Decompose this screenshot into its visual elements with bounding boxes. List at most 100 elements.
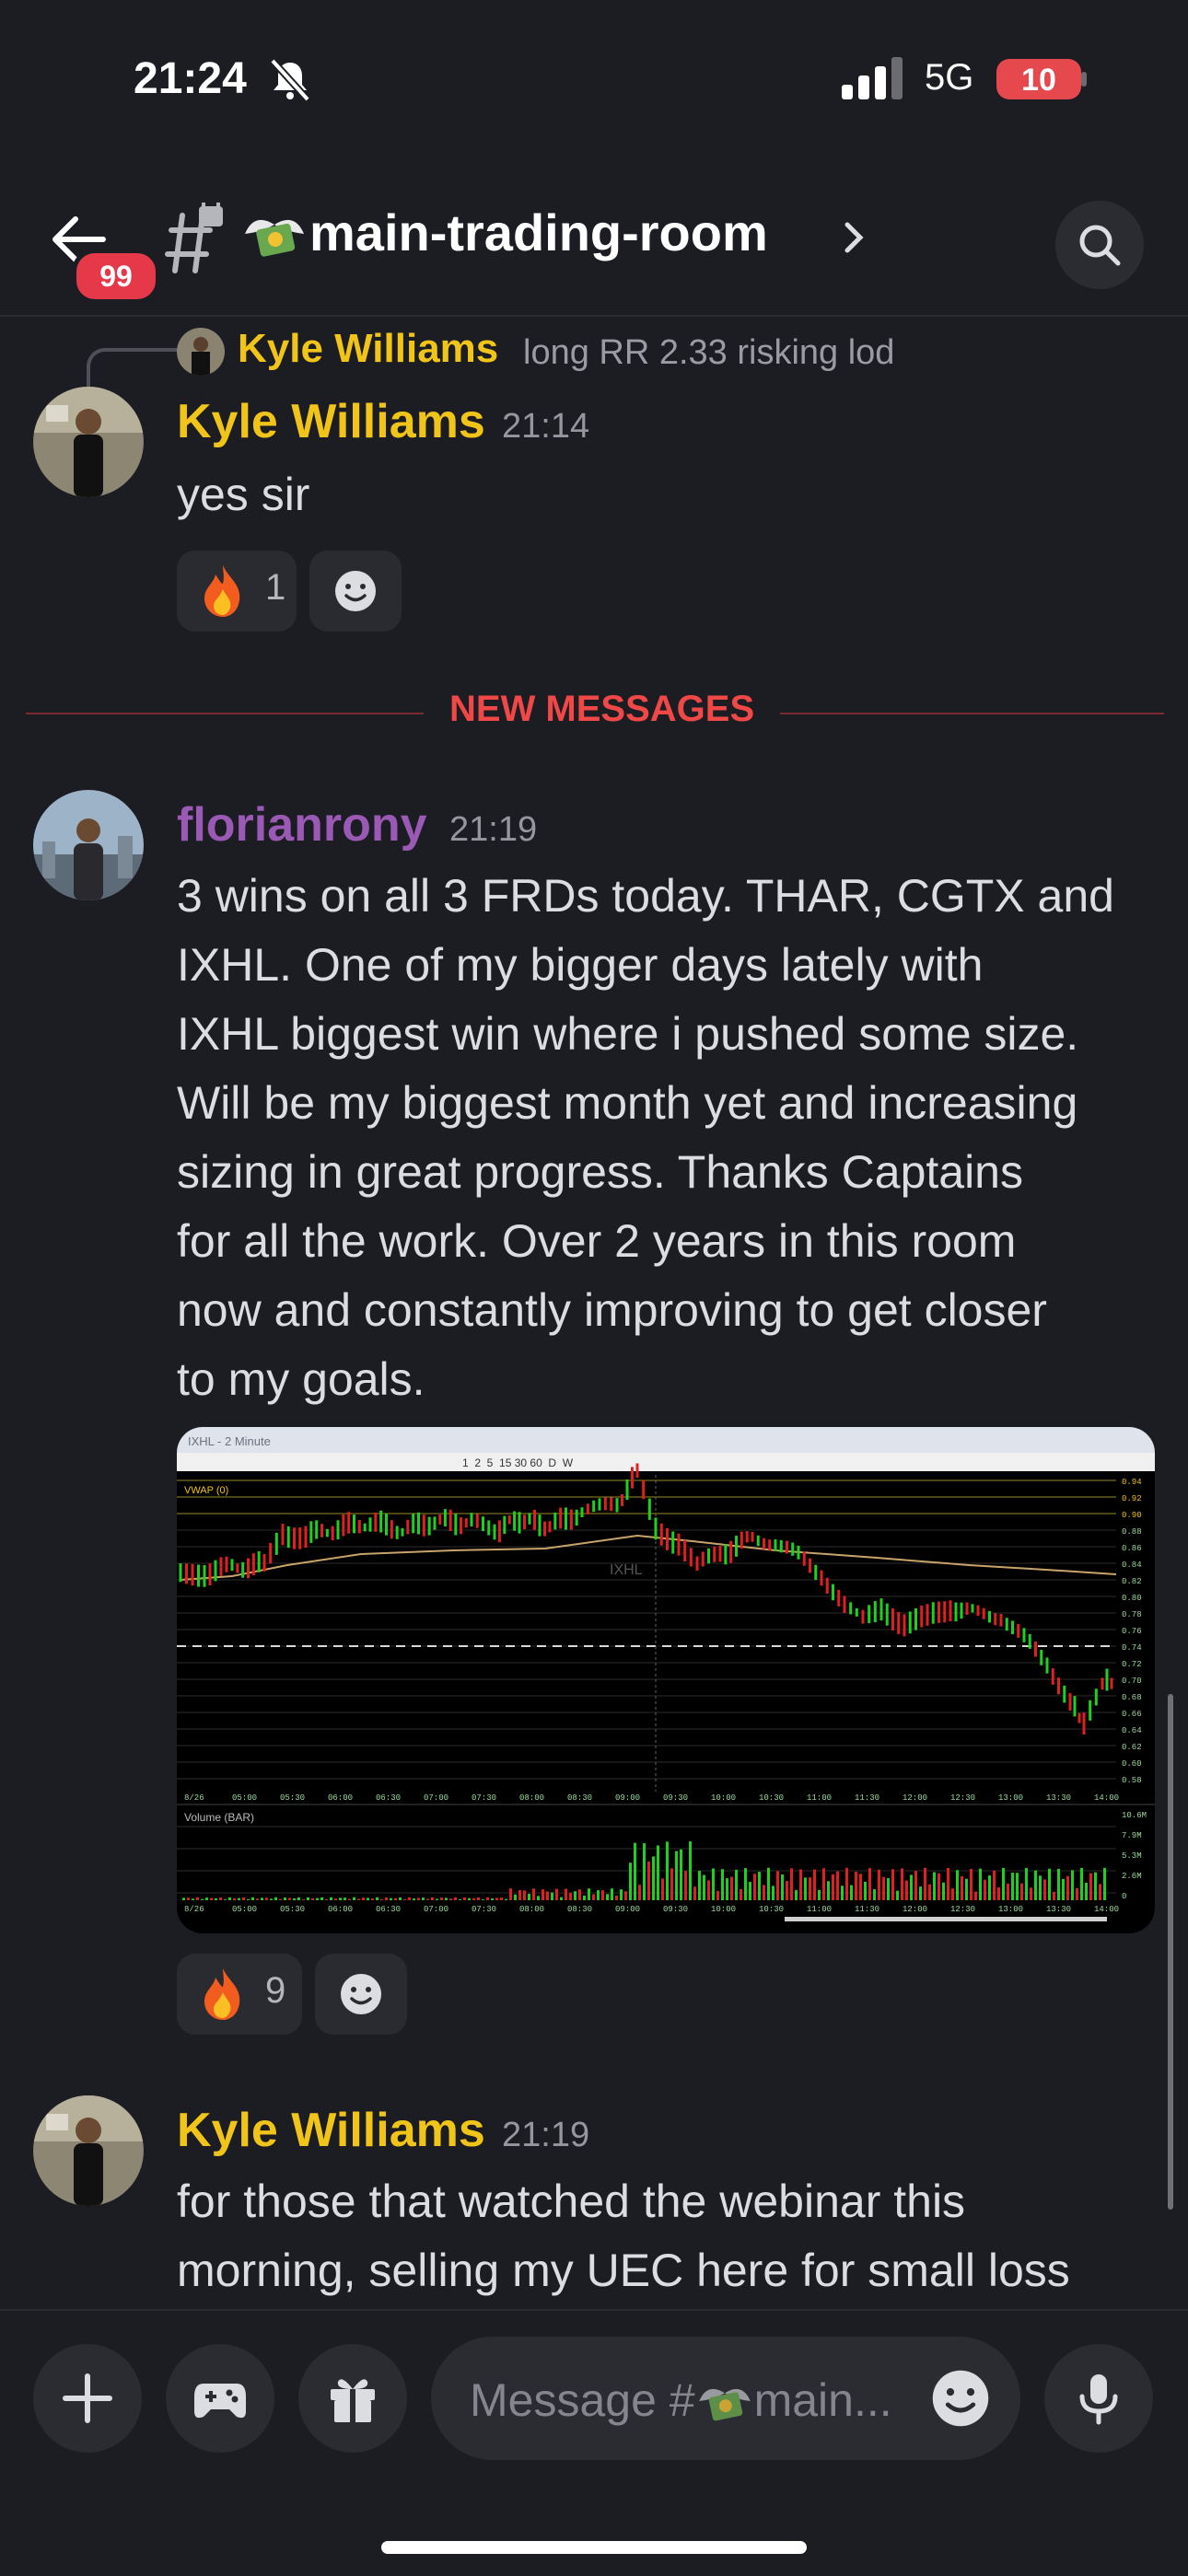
price-tick-label: 0.92 [1122,1494,1142,1503]
volume-bar [528,1894,530,1900]
vwap-label: VWAP (0) [184,1485,228,1496]
volume-bar [509,1888,512,1900]
volume-bar [951,1888,954,1900]
time-tick-label: 10:00 [711,1905,736,1914]
volume-bar [376,1897,379,1900]
message-input[interactable]: Message # main... [431,2337,1020,2460]
home-indicator [381,2541,807,2554]
gift-icon [331,2379,375,2422]
price-tick-label: 0.68 [1122,1693,1142,1702]
time-tick-label: 8/26 [184,1905,204,1914]
volume-bar [716,1890,719,1900]
volume-bar [786,1881,788,1900]
volume-bar [210,1897,213,1900]
time-tick-label: 11:30 [855,1793,879,1803]
gift-button[interactable] [298,2344,407,2453]
volume-bar [399,1897,402,1900]
volume-bar [1094,1872,1097,1900]
message-text: 3 wins on all 3 FRDs today. THAR, CGTX a… [177,862,1162,1414]
chart-screenshot-attachment[interactable]: IXHL - 2 Minute 1 2 5 15 30 60 D W VWAP … [177,1427,1155,1933]
message-author[interactable]: Kyle Williams [177,394,485,449]
volume-bar [390,1897,392,1900]
volume-bar [1080,1867,1083,1900]
volume-tick-label: 10.6M [1122,1811,1147,1820]
message-line: sizing in great progress. Thanks Captain… [177,1146,1023,1198]
channel-name[interactable]: main-trading-room [309,203,768,262]
reply-text[interactable]: long RR 2.33 risking lod [523,333,894,373]
add-attachment-button[interactable] [33,2344,142,2453]
volume-bar [532,1888,535,1900]
volume-bar [279,1898,282,1900]
volume-bar [634,1842,636,1900]
avatar[interactable] [33,387,144,497]
message-author[interactable]: Kyle Williams [177,2103,485,2158]
price-tick-label: 0.80 [1122,1594,1142,1603]
volume-bar [251,1897,254,1900]
message-timestamp: 21:19 [449,810,538,849]
volume-bar [947,1868,949,1900]
volume-bar [588,1888,590,1900]
volume-bar [965,1878,968,1900]
volume-bar [334,1898,337,1900]
volume-bar [518,1889,521,1900]
volume-bar [201,1898,204,1900]
time-tick-label: 05:30 [280,1905,305,1914]
volume-bar [316,1897,319,1900]
volume-bar [979,1868,982,1900]
voice-message-button[interactable] [1044,2344,1153,2453]
volume-bar [707,1880,710,1900]
volume-bar [1039,1875,1042,1900]
add-reaction-button[interactable] [309,551,402,632]
reaction-fire[interactable]: 9 [177,1954,302,2035]
time-tick-label: 10:00 [711,1793,736,1803]
message-author[interactable]: florianrony [177,797,427,853]
avatar[interactable] [33,790,144,900]
time-tick-label: 13:00 [998,1905,1023,1914]
volume-bar [878,1869,880,1900]
volume-bar [256,1898,259,1900]
volume-bar [813,1869,816,1900]
search-button[interactable] [1055,201,1144,289]
add-reaction-button[interactable] [315,1954,407,2035]
stock-chart: IXHL - 2 Minute 1 2 5 15 30 60 D W VWAP … [177,1427,1155,1921]
volume-bar [500,1897,503,1900]
volume-bar [302,1899,305,1900]
scrollbar[interactable] [1168,1694,1173,2210]
volume-bar [933,1872,936,1900]
volume-bar [928,1884,931,1900]
volume-bar [192,1898,194,1900]
reaction-fire[interactable]: 1 [177,551,297,632]
volume-bar [961,1875,963,1900]
volume-label: Volume (BAR) [184,1811,254,1824]
avatar[interactable] [33,2095,144,2206]
volume-bar [380,1898,383,1900]
activities-button[interactable] [166,2344,274,2453]
volume-bar [984,1879,986,1900]
volume-bar [804,1877,807,1900]
time-tick-label: 13:00 [998,1793,1023,1803]
time-tick-label: 13:30 [1046,1905,1071,1914]
volume-bar [693,1886,696,1900]
battery-nub [1081,72,1087,87]
volume-bar [822,1868,825,1900]
volume-bar [772,1886,775,1900]
message-line: for those that watched the webinar this [177,2176,966,2227]
volume-bar [914,1871,917,1900]
time-tick-label: 12:30 [950,1793,975,1803]
time-tick-label: 12:00 [903,1793,927,1803]
emoji-picker-icon[interactable] [930,2368,991,2429]
volume-bar [560,1897,563,1900]
reply-avatar[interactable] [177,328,225,376]
volume-bar [864,1881,867,1900]
volume-bar [1089,1873,1092,1900]
volume-tick-label: 2.6M [1122,1872,1142,1881]
volume-bar [758,1872,761,1900]
volume-bar [905,1880,908,1900]
battery-icon: 10 [996,59,1081,99]
volume-bar [320,1897,323,1900]
reply-author[interactable]: Kyle Williams [238,326,498,372]
volume-bar [394,1897,397,1900]
chevron-right-icon[interactable] [840,219,868,256]
volume-bar [1016,1873,1019,1900]
price-tick-label: 0.88 [1122,1527,1142,1537]
